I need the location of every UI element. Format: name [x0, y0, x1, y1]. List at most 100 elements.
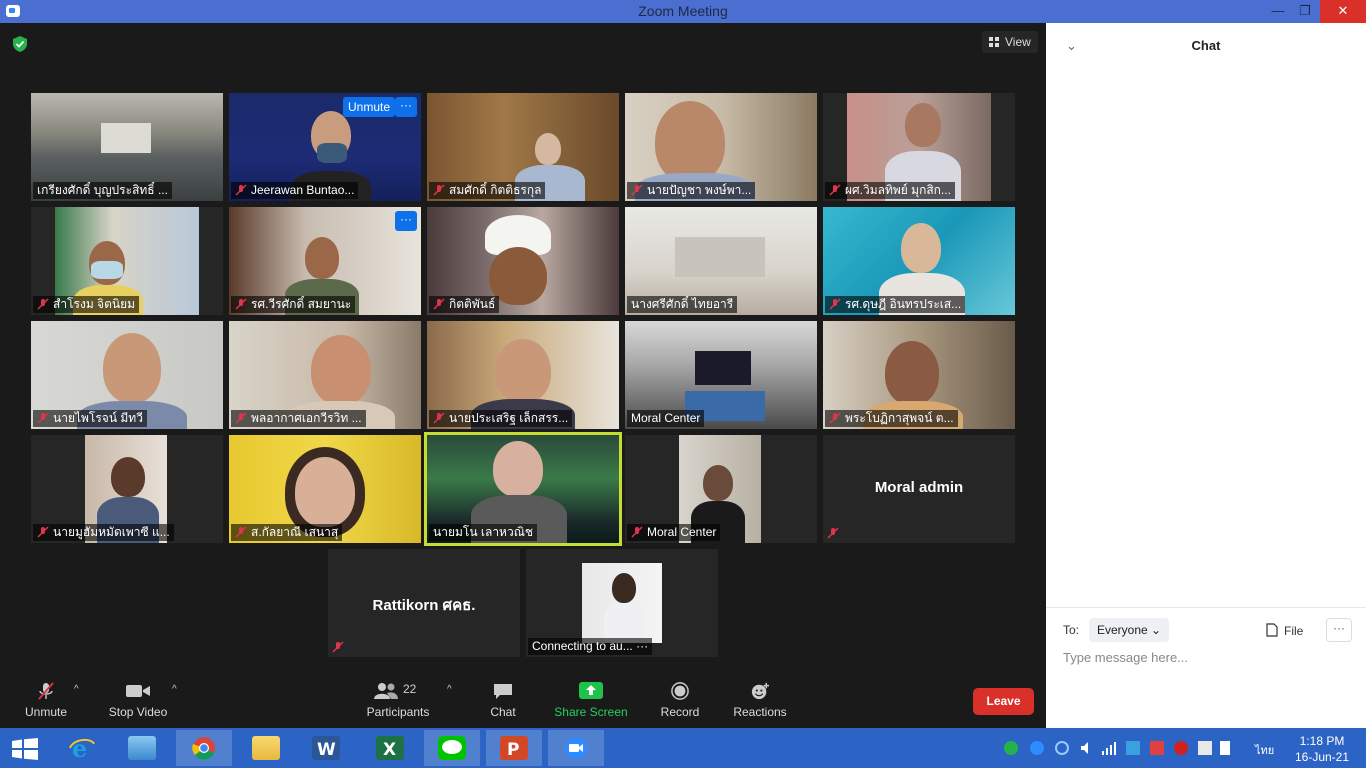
- muted-mic-icon: [433, 298, 445, 310]
- taskbar-zoom[interactable]: [548, 730, 604, 766]
- line-app-icon: [438, 736, 466, 760]
- participant-name: รศ.วีรศักดิ์ สมยานะ: [231, 296, 356, 313]
- muted-mic-icon: [631, 184, 643, 196]
- participant-name: เกรียงศักดิ์ บุญประสิทธิ์ ...: [33, 182, 172, 199]
- tray-clock-app-icon[interactable]: [1174, 741, 1188, 755]
- video-tile-active-speaker[interactable]: นายมโน เลาหวณิช: [427, 435, 619, 543]
- chat-panel-title: Chat: [1191, 38, 1221, 53]
- tile-more-button[interactable]: ···: [395, 211, 417, 231]
- video-tile-no-video[interactable]: Rattikorn ศคธ.: [328, 549, 520, 657]
- video-tile[interactable]: ผศ.วิมลทิพย์ มุกสิก...: [823, 93, 1015, 201]
- meeting-area: View เกรียงศักดิ์ บุญประสิทธิ์ ... Unmut…: [0, 23, 1046, 676]
- leave-meeting-button[interactable]: Leave: [973, 688, 1034, 715]
- chrome-icon: [192, 737, 215, 760]
- file-icon: [1266, 623, 1278, 637]
- folder-icon: [252, 736, 280, 760]
- restore-button[interactable]: ❐: [1290, 0, 1320, 23]
- taskbar-excel[interactable]: X: [362, 730, 418, 766]
- muted-mic-icon: [235, 526, 247, 538]
- video-tile-no-video[interactable]: Moral admin: [823, 435, 1015, 543]
- reactions-button[interactable]: Reactions: [730, 682, 790, 719]
- chevron-down-icon: ⌄: [1151, 623, 1162, 637]
- unmute-button[interactable]: Unmute: [18, 682, 74, 719]
- encryption-shield-icon[interactable]: [11, 35, 29, 53]
- video-tile[interactable]: เกรียงศักดิ์ บุญประสิทธิ์ ...: [31, 93, 223, 201]
- video-tile[interactable]: กิตติพันธ์: [427, 207, 619, 315]
- tray-security-icon[interactable]: [1150, 741, 1164, 755]
- system-clock[interactable]: 1:18 PM 16-Jun-21: [1286, 733, 1358, 765]
- video-tile[interactable]: นายปัญชา พงษ์พา...: [625, 93, 817, 201]
- video-tile[interactable]: ··· รศ.วีรศักดิ์ สมยานะ: [229, 207, 421, 315]
- taskbar-file-explorer[interactable]: [238, 730, 294, 766]
- view-button[interactable]: View: [982, 31, 1038, 53]
- taskbar-line[interactable]: [424, 730, 480, 766]
- record-button[interactable]: Record: [656, 682, 704, 719]
- muted-mic-icon: [235, 184, 247, 196]
- input-language-indicator[interactable]: ไทย: [1255, 741, 1274, 759]
- video-tile[interactable]: ส.กัลยาณี เสนาสุ: [229, 435, 421, 543]
- audio-options-caret[interactable]: ^: [74, 684, 79, 695]
- video-camera-icon: [126, 685, 150, 697]
- video-tile[interactable]: Moral Center: [625, 321, 817, 429]
- meeting-toolbar: Unmute ^ Stop Video ^ 22 Participants ^ …: [0, 676, 1046, 728]
- minimize-button[interactable]: —: [1263, 0, 1293, 23]
- chat-divider: [1046, 607, 1366, 608]
- video-tile[interactable]: นางศรีศักดิ์ ไทยอารี: [625, 207, 817, 315]
- video-tile[interactable]: พระโบฏิกาสุพจน์ ต...: [823, 321, 1015, 429]
- share-screen-button[interactable]: Share Screen: [554, 682, 628, 719]
- tray-flag-icon[interactable]: [1198, 741, 1212, 755]
- tray-device-icon[interactable]: [1220, 741, 1230, 755]
- tile-more-button[interactable]: ···: [395, 97, 417, 117]
- video-tile[interactable]: Connecting to au... ···: [526, 549, 718, 657]
- muted-mic-icon: [37, 298, 49, 310]
- participant-name: สมศักดิ์ กิตติธรกุล: [429, 182, 546, 199]
- svg-text:X: X: [383, 740, 396, 760]
- tray-zoom-icon[interactable]: [1030, 741, 1044, 755]
- video-tile[interactable]: รศ.ดุษฎี อินทรประเส...: [823, 207, 1015, 315]
- chat-message-input[interactable]: Type message here...: [1063, 650, 1188, 665]
- chat-more-button[interactable]: ···: [1326, 618, 1352, 642]
- participant-name: นายไพโรจน์ มีทวี: [33, 410, 147, 427]
- video-options-caret[interactable]: ^: [172, 684, 177, 695]
- record-icon: [671, 682, 689, 700]
- video-tile[interactable]: สมศักดิ์ กิตติธรกุล: [427, 93, 619, 201]
- tray-network-icon[interactable]: [1055, 741, 1069, 755]
- chat-button[interactable]: Chat: [482, 682, 524, 719]
- wifi-signal-icon[interactable]: [1102, 741, 1116, 755]
- taskbar-word[interactable]: W: [298, 730, 354, 766]
- zoom-icon: [565, 737, 587, 759]
- tray-app-icon[interactable]: [1126, 741, 1140, 755]
- video-tile[interactable]: นายไพโรจน์ มีทวี: [31, 321, 223, 429]
- stop-video-button[interactable]: Stop Video: [104, 682, 172, 719]
- video-tile[interactable]: Unmute ··· Jeerawan Buntao...: [229, 93, 421, 201]
- chat-bubble-icon: [494, 684, 512, 699]
- participants-options-caret[interactable]: ^: [447, 684, 452, 695]
- unmute-participant-button[interactable]: Unmute: [343, 97, 396, 117]
- participant-name: ส.กัลยาณี เสนาสุ: [231, 524, 343, 541]
- muted-mic-icon: [829, 412, 841, 424]
- grid-view-icon: [989, 37, 999, 47]
- taskbar-powerpoint[interactable]: P: [486, 730, 542, 766]
- video-tile[interactable]: Moral Center: [625, 435, 817, 543]
- powerpoint-icon: P: [500, 736, 528, 760]
- taskbar-internet-explorer[interactable]: e: [54, 730, 110, 766]
- video-tile[interactable]: นายมูฮัมหมัดเพาซี แ...: [31, 435, 223, 543]
- video-tile[interactable]: สำโรงม จิตนิยม: [31, 207, 223, 315]
- video-tile[interactable]: พลอากาศเอกวีรวิท ...: [229, 321, 421, 429]
- excel-icon: X: [376, 736, 404, 760]
- windows-start-icon[interactable]: [12, 738, 38, 760]
- chat-recipient-dropdown[interactable]: Everyone ⌄: [1089, 618, 1170, 642]
- participants-button[interactable]: 22 Participants: [362, 682, 434, 719]
- close-button[interactable]: ✕: [1320, 0, 1366, 23]
- tray-line-icon[interactable]: [1004, 741, 1018, 755]
- chat-file-button[interactable]: File: [1266, 623, 1303, 638]
- volume-icon[interactable]: [1080, 741, 1094, 755]
- taskbar-control-panel[interactable]: [114, 730, 170, 766]
- participant-name: นายมูฮัมหมัดเพาซี แ...: [33, 524, 174, 541]
- video-tile[interactable]: นายประเสริฐ เล็กสรร...: [427, 321, 619, 429]
- svg-text:P: P: [507, 740, 519, 760]
- view-label: View: [1005, 35, 1031, 49]
- internet-explorer-icon: e: [69, 736, 95, 760]
- word-icon: W: [312, 736, 340, 760]
- taskbar-chrome[interactable]: [176, 730, 232, 766]
